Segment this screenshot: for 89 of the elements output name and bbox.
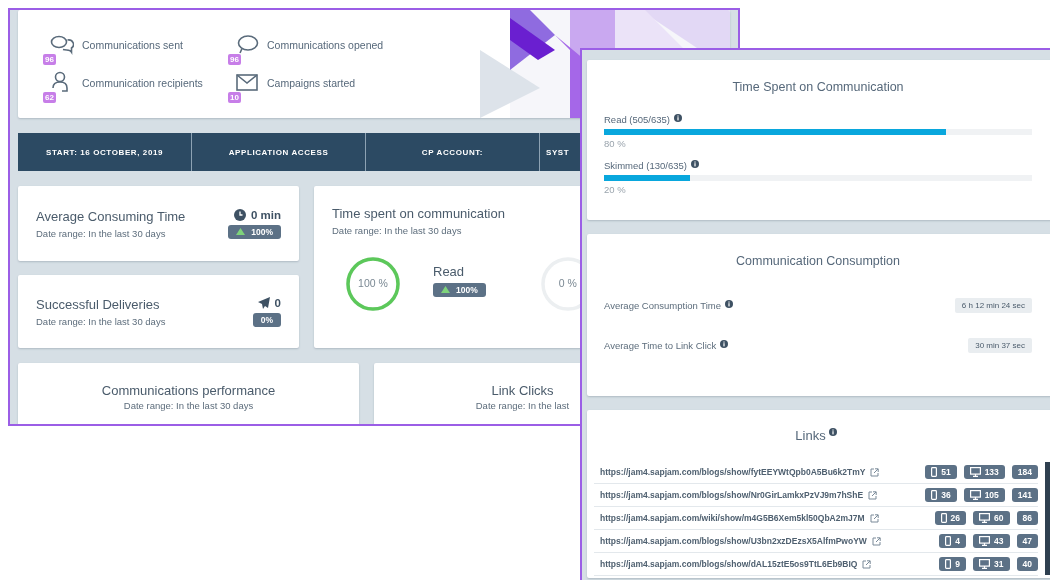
stat-label: Communications sent xyxy=(82,39,183,51)
phone-icon xyxy=(945,536,952,546)
external-link-icon xyxy=(870,467,880,477)
percentage-text: 80 % xyxy=(604,138,627,149)
mobile-count-badge: 51 xyxy=(925,465,957,479)
phone-icon xyxy=(931,490,938,500)
date-range-text: Date range: In the last xyxy=(475,400,570,411)
envelope-icon xyxy=(235,72,259,94)
count-badge: 96 xyxy=(228,54,241,65)
date-range-text: Date range: In the last 30 days xyxy=(123,400,254,411)
card-title: Links xyxy=(795,428,826,443)
monitor-icon xyxy=(979,513,991,523)
paper-plane-icon xyxy=(257,296,270,309)
card-title: Communication Consumption xyxy=(735,254,901,268)
date-range-text: Date range: In the last 30 days xyxy=(36,315,166,327)
card-title: Link Clicks xyxy=(491,383,554,398)
metric-label: Average Time to Link Click xyxy=(604,340,717,351)
card-title: Communications performance xyxy=(101,383,276,398)
mobile-count-badge: 26 xyxy=(934,511,967,525)
info-bar-item: CP ACCOUNT: xyxy=(366,133,540,171)
mobile-count-badge: 4 xyxy=(939,534,967,548)
total-count-badge: 86 xyxy=(1016,511,1038,525)
percentage-text: 20 % xyxy=(604,184,627,195)
change-badge: 100% xyxy=(433,282,486,297)
link-url[interactable]: https://jam4.sapjam.com/blogs/show/fytEEYWtQpb0A5Bu6k2TmY xyxy=(600,467,866,477)
ring-percentage: 0 % xyxy=(557,277,578,289)
bar-label: Read (505/635) xyxy=(604,114,671,125)
monitor-icon xyxy=(969,467,981,477)
info-bar-item: APPLICATION ACCESS xyxy=(192,133,366,171)
monitor-icon xyxy=(969,490,981,500)
info-icon xyxy=(828,428,837,436)
info-icon xyxy=(690,160,699,168)
change-badge: 0% xyxy=(252,312,281,327)
scrollbar[interactable] xyxy=(1045,462,1050,575)
metric-value: 0 xyxy=(274,296,281,309)
stat-label: Campaigns started xyxy=(267,77,356,89)
metric-value: 0 min xyxy=(250,208,281,221)
monitor-icon xyxy=(979,559,991,569)
desktop-count-badge: 31 xyxy=(973,557,1010,571)
monitor-icon xyxy=(979,536,991,546)
date-range-text: Date range: In the last 30 days xyxy=(36,227,167,239)
card-title: Average Consuming Time xyxy=(36,208,186,224)
count-badge: 10 xyxy=(228,92,241,103)
up-triangle-icon xyxy=(236,228,246,235)
link-url[interactable]: https://jam4.sapjam.com/blogs/show/dAL15ztE5os9TtL6Eb9BIQ xyxy=(600,559,858,569)
external-link-icon xyxy=(868,490,878,500)
ring-percentage: 100 % xyxy=(357,277,389,289)
desktop-count-badge: 43 xyxy=(973,534,1010,548)
card-title: Successful Deliveries xyxy=(36,296,161,312)
info-bar-item: START: 16 OCTOBER, 2019 xyxy=(18,133,192,171)
external-link-icon xyxy=(871,536,881,546)
date-range-text: Date range: In the last 30 days xyxy=(332,225,463,236)
count-badge: 96 xyxy=(43,54,56,65)
card-title: Time Spent on Communication xyxy=(731,80,905,94)
phone-icon xyxy=(940,513,947,523)
mobile-count-badge: 36 xyxy=(925,488,957,502)
bar-label: Skimmed (130/635) xyxy=(604,160,687,171)
ring-label: Read xyxy=(433,263,465,279)
desktop-count-badge: 60 xyxy=(973,511,1010,525)
progress-ring xyxy=(343,254,403,314)
card-title: Time spent on communication xyxy=(332,206,506,221)
link-url[interactable]: https://jam4.sapjam.com/wiki/show/m4G5B6Xem5kl50QbA2mJ7M xyxy=(600,513,865,523)
total-count-badge: 47 xyxy=(1016,534,1038,548)
duration-value: 30 min 37 sec xyxy=(968,338,1032,353)
mobile-count-badge: 9 xyxy=(939,557,967,571)
change-badge: 100% xyxy=(228,224,281,239)
total-count-badge: 184 xyxy=(1011,465,1038,479)
info-icon xyxy=(674,114,683,122)
link-url[interactable]: https://jam4.sapjam.com/blogs/show/U3bn2xzDEzsX5AlfmPwoYW xyxy=(600,536,867,546)
total-count-badge: 141 xyxy=(1011,488,1038,502)
total-count-badge: 40 xyxy=(1016,557,1038,571)
external-link-icon xyxy=(869,513,879,523)
clock-icon xyxy=(233,208,246,221)
external-link-icon xyxy=(862,559,872,569)
count-badge: 62 xyxy=(43,92,56,103)
up-triangle-icon xyxy=(441,286,450,293)
info-icon xyxy=(720,340,729,348)
desktop-count-badge: 105 xyxy=(963,488,1005,502)
metric-label: Average Consumption Time xyxy=(604,300,722,311)
info-icon xyxy=(725,300,734,308)
stat-label: Communications opened xyxy=(267,39,384,51)
phone-icon xyxy=(945,559,952,569)
chat-bubbles-icon xyxy=(50,34,74,56)
desktop-count-badge: 133 xyxy=(963,465,1005,479)
duration-value: 6 h 12 min 24 sec xyxy=(954,298,1032,313)
link-url[interactable]: https://jam4.sapjam.com/blogs/show/Nr0GirLamkxPzVJ9m7hShE xyxy=(600,490,864,500)
phone-icon xyxy=(931,467,938,477)
stat-label: Communication recipients xyxy=(82,77,203,89)
speech-bubble-icon xyxy=(235,34,259,56)
